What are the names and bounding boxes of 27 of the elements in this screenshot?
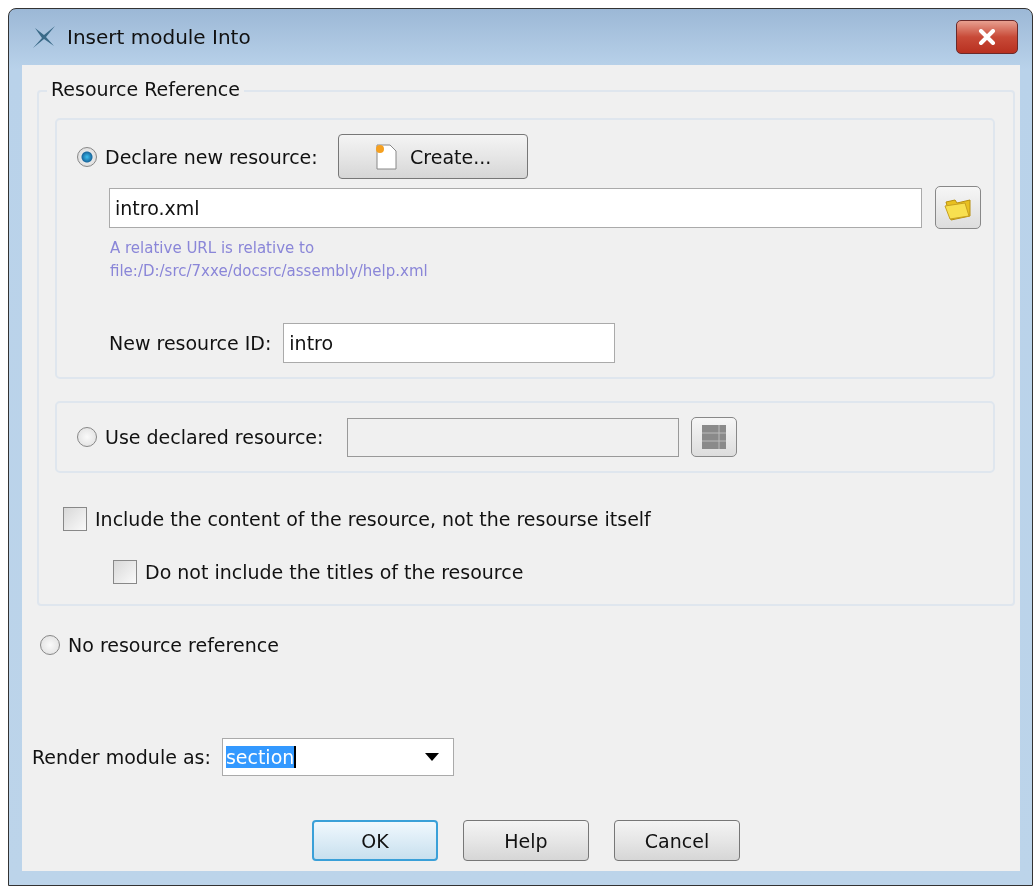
field-label: Render module as: bbox=[32, 746, 211, 768]
close-button[interactable] bbox=[956, 20, 1018, 54]
radio-label: Declare new resource: bbox=[105, 145, 318, 168]
radio-button[interactable] bbox=[77, 146, 97, 167]
window-title: Insert module Into bbox=[67, 25, 251, 49]
radio-label: Use declared resource: bbox=[105, 426, 324, 448]
close-icon bbox=[976, 29, 998, 45]
hint-text: A relative URL is relative to bbox=[110, 238, 315, 259]
checkbox[interactable] bbox=[63, 507, 87, 531]
caret-icon bbox=[424, 753, 439, 761]
dialog-button[interactable]: Cancel bbox=[614, 820, 740, 861]
radio-button[interactable] bbox=[40, 635, 60, 655]
browse-button[interactable] bbox=[935, 186, 981, 229]
list-button[interactable] bbox=[691, 417, 738, 457]
checkbox[interactable] bbox=[113, 560, 137, 584]
checkbox-label: Do not include the titles of the resource bbox=[145, 561, 524, 583]
dialog-button[interactable]: OK bbox=[312, 820, 438, 861]
hint-text: file:/D:/src/7xxe/docsrc/assembly/help.xml bbox=[110, 261, 428, 282]
resource-id-field[interactable]: intro bbox=[283, 323, 616, 363]
create-button[interactable]: Create... bbox=[337, 134, 528, 179]
field-label: New resource ID: bbox=[109, 332, 272, 354]
new-document-icon bbox=[374, 142, 399, 171]
dialog-button[interactable]: Help bbox=[463, 820, 589, 861]
radio-label: No resource reference bbox=[68, 634, 279, 656]
checkbox-label: Include the content of the resource, not the resourse itself bbox=[95, 508, 651, 530]
url-field[interactable]: intro.xml bbox=[109, 187, 923, 228]
cross-arrows-icon bbox=[31, 24, 57, 50]
